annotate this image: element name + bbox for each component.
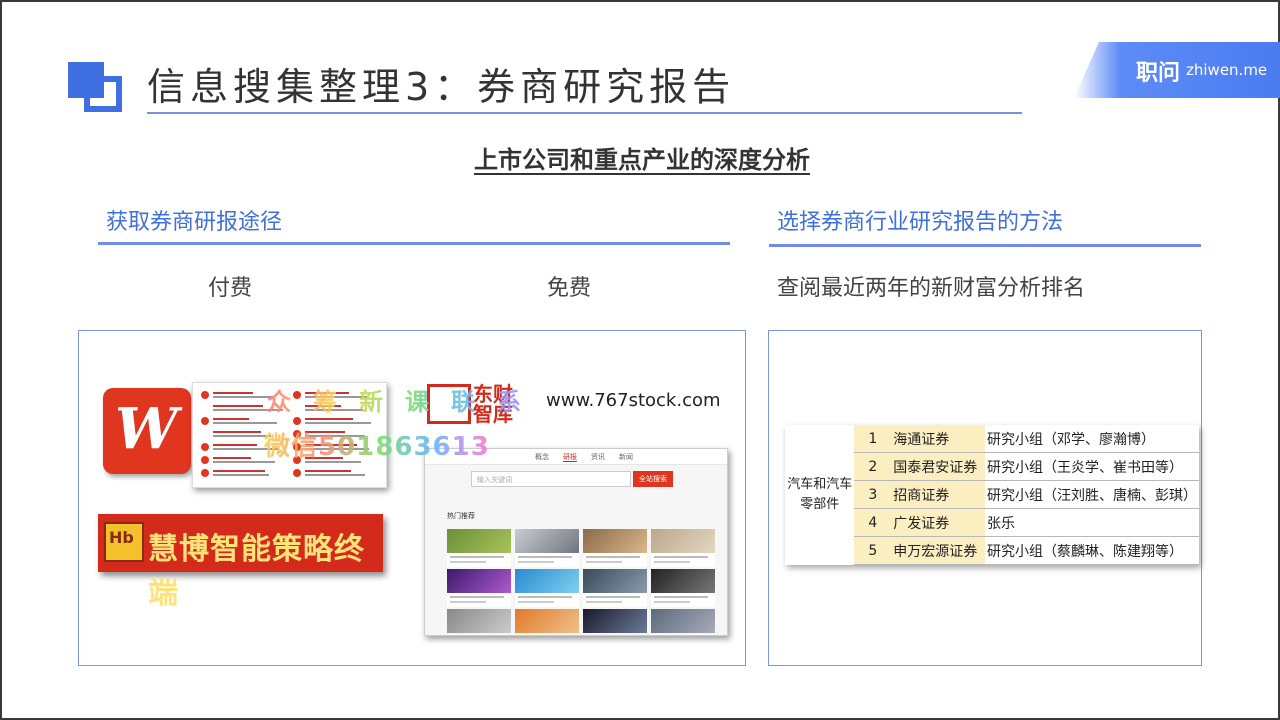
brand-banner: 职问 zhiwen.me [1074,42,1280,98]
team-cell: 研究小组（汪刘胜、唐楠、彭琪） [985,480,1199,510]
firm-cell: 申万宏源证券 [891,536,985,565]
site-tab: 新闻 [619,453,633,461]
huibo-banner-text: 慧博智能策略终端 [148,532,365,611]
subtitle-text: 上市公司和重点产业的深度分析 [474,146,810,174]
right-section-title: 选择券商行业研究报告的方法 [777,210,1064,235]
watermark-line1: 众筹新课联系 [267,382,543,417]
ranking-table: 汽车和汽车零部件 1 海通证券 研究小组（邓学、廖瀚博） 2 国泰君安证券 研究… [785,425,1199,565]
slide-subtitle: 上市公司和重点产业的深度分析 [2,140,1280,175]
rank-cell: 3 [854,480,892,510]
brand-name-en: zhiwen.me [1186,61,1268,79]
free-label: 免费 [547,276,592,301]
wind-app-icon: W [103,388,191,474]
site-hot-label: 热门推荐 [447,512,475,520]
paid-label: 付费 [208,276,253,301]
left-section-title: 获取券商研报途径 [106,210,283,235]
sector-cell: 汽车和汽车零部件 [785,425,855,565]
team-cell: 张乐 [985,508,1199,538]
firm-cell: 招商证券 [891,480,985,510]
site-tab: 概念 [535,453,549,461]
rank-cell: 2 [854,452,892,482]
site-search-button: 全站搜索 [633,471,673,487]
page-title: 信息搜集整理3：券商研究报告 [147,65,736,109]
table-row: 汽车和汽车零部件 1 海通证券 研究小组（邓学、廖瀚博） [785,425,1199,565]
rank-cell: 5 [854,536,892,565]
right-section-divider [769,244,1201,247]
research-site-screenshot: 概念 研报 资讯 新闻 输入关键词 全站搜索 热门推荐 [424,448,728,636]
stock-site-url: www.767stock.com [546,390,721,411]
rank-cell: 4 [854,508,892,538]
firm-cell: 海通证券 [891,425,985,454]
team-cell: 研究小组（蔡麟琳、陈建翔等） [985,536,1199,565]
site-tab: 资讯 [591,453,605,461]
huibo-terminal-banner: Hb 慧博智能策略终端 [98,514,383,611]
rank-cell: 1 [854,425,892,454]
watermark-line2: 微信501863613 [264,426,490,463]
team-cell: 研究小组（王炎学、崔书田等） [985,452,1199,482]
brand-name-cn: 职问 [1136,61,1181,86]
left-section-divider [98,242,730,245]
slide-logo-squares [68,62,124,112]
site-tab-active: 研报 [563,453,577,462]
site-tabs: 概念 研报 资讯 新闻 [535,452,647,462]
firm-cell: 国泰君安证券 [891,452,985,482]
slide: 信息搜集整理3：券商研究报告 职问 zhiwen.me 上市公司和重点产业的深度… [0,0,1280,720]
team-cell: 研究小组（邓学、廖瀚博） [985,425,1199,454]
title-divider [147,112,1022,114]
right-section-description: 查阅最近两年的新财富分析排名 [777,276,1086,301]
site-search-input: 输入关键词 [471,471,631,487]
huibo-logo-icon: Hb [104,522,144,562]
firm-cell: 广发证券 [891,508,985,538]
